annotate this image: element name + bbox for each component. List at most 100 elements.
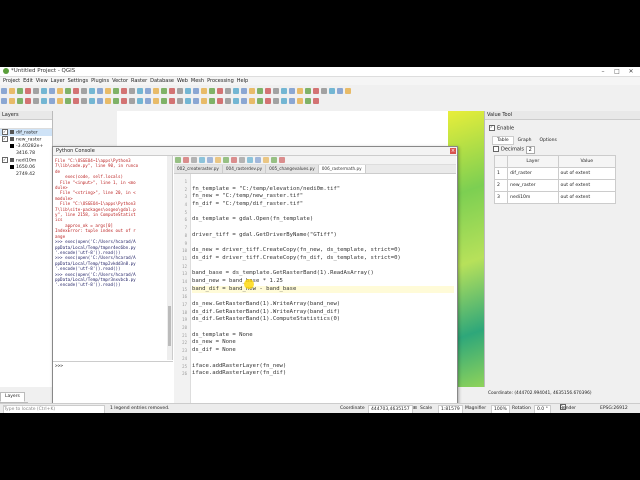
tab-options[interactable]: Options (535, 137, 560, 144)
toolbar-button-icon[interactable] (57, 88, 63, 94)
toolbar-button-icon[interactable] (49, 88, 55, 94)
menu-item-view[interactable]: View (36, 77, 48, 85)
editor-tab[interactable]: 006_rastermath.py (318, 165, 366, 173)
rotation-field[interactable]: 0.0 ° (534, 405, 551, 413)
layer-item-new-raster[interactable]: new_raster (0, 135, 52, 143)
enable-checkbox[interactable] (489, 124, 495, 131)
console-scrollbar[interactable] (167, 156, 172, 360)
tab-layers[interactable]: Layers (0, 392, 25, 402)
toolbar-button-icon[interactable] (89, 88, 95, 94)
editor-toolbar-button-icon[interactable] (191, 157, 197, 163)
toolbar-button-icon[interactable] (137, 98, 143, 104)
toolbar-button-icon[interactable] (209, 98, 215, 104)
toolbar-button-icon[interactable] (145, 88, 151, 94)
menu-item-vector[interactable]: Vector (112, 77, 128, 85)
toolbar-button-icon[interactable] (241, 98, 247, 104)
toolbar-button-icon[interactable] (145, 98, 151, 104)
toolbar-button-icon[interactable] (297, 98, 303, 104)
table-row[interactable]: 3 nedi10m out of extent (493, 191, 617, 204)
toolbar-button-icon[interactable] (233, 88, 239, 94)
toolbar-button-icon[interactable] (265, 88, 271, 94)
toolbar-button-icon[interactable] (137, 88, 143, 94)
toolbar-button-icon[interactable] (329, 88, 335, 94)
toolbar-button-icon[interactable] (81, 88, 87, 94)
editor-toolbar-button-icon[interactable] (247, 157, 253, 163)
menu-item-raster[interactable]: Raster (131, 77, 147, 85)
toolbar-button-icon[interactable] (81, 98, 87, 104)
toolbar-button-icon[interactable] (97, 98, 103, 104)
tab-table[interactable]: Table (492, 136, 514, 145)
menu-item-layer[interactable]: Layer (51, 77, 65, 85)
toolbar-button-icon[interactable] (265, 98, 271, 104)
toolbar-button-icon[interactable] (249, 88, 255, 94)
toolbar-button-icon[interactable] (281, 98, 287, 104)
coordinate-field[interactable]: 444703,4635157 (368, 405, 413, 413)
menu-item-processing[interactable]: Processing (207, 77, 234, 85)
toolbar-button-icon[interactable] (121, 98, 127, 104)
toolbar-button-icon[interactable] (321, 88, 327, 94)
editor-toolbar-button-icon[interactable] (199, 157, 205, 163)
layer-item-nedi10m[interactable]: nedi10m (0, 156, 52, 164)
toolbar-button-icon[interactable] (209, 88, 215, 94)
code-editor[interactable]: 1 2 fn_template = "C:/temp/elevation/nedi0… (174, 174, 456, 413)
toolbar-button-icon[interactable] (161, 98, 167, 104)
toolbar-button-icon[interactable] (73, 98, 79, 104)
toolbar-button-icon[interactable] (185, 88, 191, 94)
toolbar-button-icon[interactable] (65, 98, 71, 104)
editor-toolbar-button-icon[interactable] (207, 157, 213, 163)
toolbar-button-icon[interactable] (345, 88, 351, 94)
close-icon[interactable]: × (450, 148, 456, 154)
toolbar-button-icon[interactable] (33, 98, 39, 104)
toolbar-button-icon[interactable] (289, 88, 295, 94)
toolbar-button-icon[interactable] (257, 88, 263, 94)
menu-item-mesh[interactable]: Mesh (191, 77, 204, 85)
editor-tab[interactable]: 005_changevalues.py (266, 165, 319, 173)
editor-tab[interactable]: 004_rasterdev.py (222, 165, 267, 173)
toolbar-button-icon[interactable] (105, 88, 111, 94)
magnifier-field[interactable]: 100% (491, 405, 510, 413)
minimize-icon[interactable]: – (596, 67, 610, 76)
toolbar-button-icon[interactable] (1, 98, 7, 104)
editor-toolbar-button-icon[interactable] (271, 157, 277, 163)
toolbar-button-icon[interactable] (305, 88, 311, 94)
toolbar-button-icon[interactable] (33, 88, 39, 94)
layer-item-dif-raster[interactable]: dif_raster (0, 128, 52, 136)
toolbar-button-icon[interactable] (313, 88, 319, 94)
toolbar-button-icon[interactable] (233, 98, 239, 104)
layer-visibility-checkbox[interactable] (2, 156, 8, 163)
toolbar-button-icon[interactable] (25, 98, 31, 104)
toolbar-button-icon[interactable] (121, 88, 127, 94)
editor-toolbar-button-icon[interactable] (279, 157, 285, 163)
toolbar-button-icon[interactable] (73, 88, 79, 94)
toolbar-button-icon[interactable] (65, 88, 71, 94)
maximize-icon[interactable]: □ (610, 67, 624, 76)
toolbar-button-icon[interactable] (49, 98, 55, 104)
toolbar-button-icon[interactable] (201, 88, 207, 94)
toolbar-button-icon[interactable] (41, 98, 47, 104)
toolbar-button-icon[interactable] (169, 88, 175, 94)
toolbar-button-icon[interactable] (161, 88, 167, 94)
toolbar-button-icon[interactable] (41, 88, 47, 94)
decimals-spinbox[interactable]: 2 (525, 145, 535, 154)
editor-toolbar-button-icon[interactable] (263, 157, 269, 163)
toolbar-button-icon[interactable] (313, 98, 319, 104)
toolbar-button-icon[interactable] (193, 88, 199, 94)
menu-item-settings[interactable]: Settings (68, 77, 89, 85)
toolbar-button-icon[interactable] (281, 88, 287, 94)
toolbar-button-icon[interactable] (201, 98, 207, 104)
toolbar-button-icon[interactable] (89, 98, 95, 104)
menu-item-edit[interactable]: Edit (23, 77, 33, 85)
toolbar-button-icon[interactable] (17, 98, 23, 104)
toolbar-button-icon[interactable] (113, 98, 119, 104)
toolbar-button-icon[interactable] (241, 88, 247, 94)
toolbar-button-icon[interactable] (177, 98, 183, 104)
toolbar-button-icon[interactable] (25, 88, 31, 94)
table-row[interactable]: 1 dif_raster out of extent (493, 167, 617, 180)
toolbar-button-icon[interactable] (113, 88, 119, 94)
table-row[interactable]: 2 new_raster out of extent (493, 179, 617, 192)
editor-toolbar-button-icon[interactable] (231, 157, 237, 163)
menu-item-database[interactable]: Database (150, 77, 174, 85)
toolbar-button-icon[interactable] (129, 98, 135, 104)
menu-item-plugins[interactable]: Plugins (91, 77, 109, 85)
toolbar-button-icon[interactable] (193, 98, 199, 104)
